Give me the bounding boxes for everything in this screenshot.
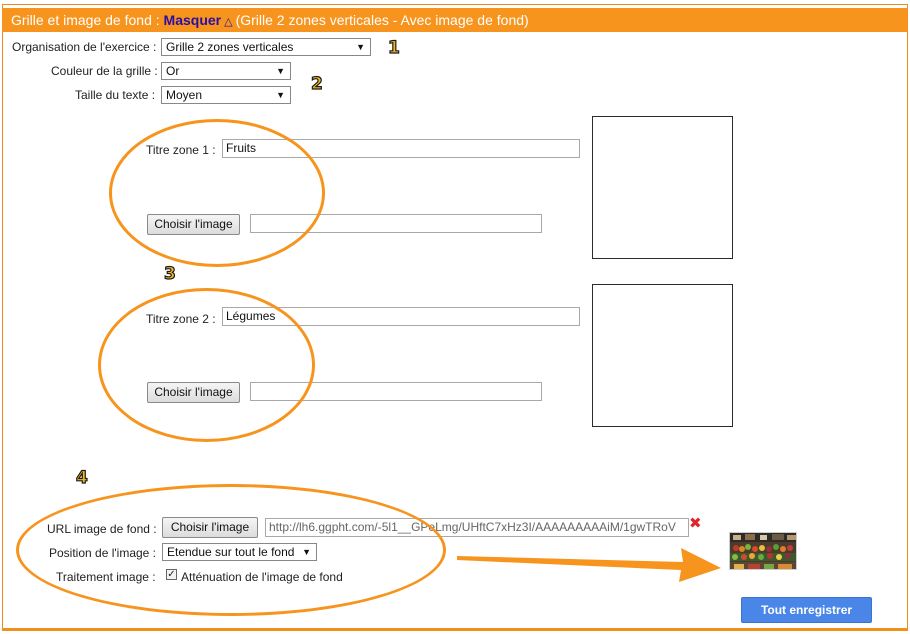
treatment-checkbox[interactable]: ✓ [166, 569, 177, 580]
panel-header: Grille et image de fond : Masquer △ (Grill… [2, 8, 908, 32]
text-size-select[interactable]: Moyen ▼ [161, 86, 291, 104]
save-all-button[interactable]: Tout enregistrer [741, 597, 872, 623]
chevron-down-icon: ▼ [276, 66, 285, 76]
text-size-select-value: Moyen [166, 88, 203, 102]
organisation-select[interactable]: Grille 2 zones verticales ▼ [161, 38, 371, 56]
page: Grille et image de fond : Masquer △ (Grill… [0, 0, 910, 634]
background-choose-image-button[interactable]: Choisir l'image [162, 517, 258, 538]
organisation-label: Organisation de l'exercice : [12, 40, 157, 54]
zone1-title-label: Titre zone 1 : [146, 143, 216, 157]
zone2-image-input[interactable] [250, 382, 542, 401]
organisation-select-value: Grille 2 zones verticales [166, 40, 294, 54]
background-thumbnail [729, 532, 797, 570]
annotation-badge-2: 2 [310, 74, 323, 94]
zone1-title-input[interactable]: Fruits [222, 139, 580, 158]
triangle-up-icon[interactable]: △ [224, 16, 232, 28]
chevron-down-icon: ▼ [356, 42, 365, 52]
hide-link[interactable]: Masquer [164, 12, 222, 28]
position-select-value: Etendue sur tout le fond [167, 545, 295, 559]
zone1-image-input[interactable] [250, 214, 542, 233]
annotation-badge-4: 4 [75, 468, 88, 488]
treatment-option-label: Atténuation de l'image de fond [181, 570, 343, 584]
color-select-value: Or [166, 64, 180, 78]
background-url-label: URL image de fond : [47, 522, 157, 536]
annotation-badge-3: 3 [163, 264, 176, 284]
zone2-title-input[interactable]: Légumes [222, 307, 580, 326]
zone1-image-preview [592, 116, 733, 259]
zone2-image-preview [592, 284, 733, 427]
zone2-choose-image-button[interactable]: Choisir l'image [147, 382, 240, 403]
chevron-down-icon: ▼ [302, 547, 311, 557]
header-subtitle: (Grille 2 zones verticales - Avec image … [235, 12, 529, 28]
color-label: Couleur de la grille : [51, 64, 158, 78]
zone1-choose-image-button[interactable]: Choisir l'image [147, 214, 240, 235]
color-select[interactable]: Or ▼ [161, 62, 291, 80]
zone2-title-label: Titre zone 2 : [146, 312, 216, 326]
text-size-label: Taille du texte : [75, 88, 156, 102]
position-select[interactable]: Etendue sur tout le fond ▼ [162, 543, 317, 561]
header-title: Grille et image de fond : [11, 12, 164, 28]
chevron-down-icon: ▼ [276, 90, 285, 100]
treatment-label: Traitement image : [56, 570, 156, 584]
remove-icon[interactable]: ✖ [689, 516, 703, 531]
arrow-right-icon [457, 548, 721, 582]
annotation-badge-1: 1 [387, 38, 400, 58]
position-label: Position de l'image : [49, 546, 157, 560]
